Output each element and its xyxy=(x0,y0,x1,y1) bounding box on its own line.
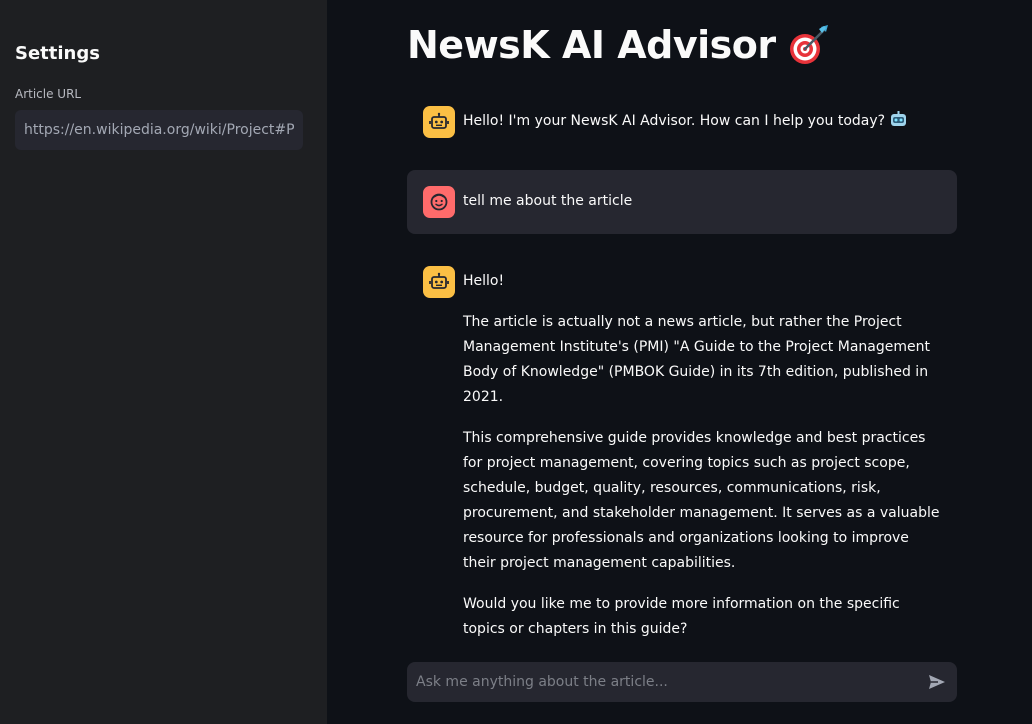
message-paragraph: Would you like me to provide more inform… xyxy=(463,596,900,637)
message-paragraph: The article is actually not a news artic… xyxy=(463,314,930,405)
sidebar: Settings Article URL xyxy=(0,0,327,724)
chat-message-assistant: Hello! I'm your NewsK AI Advisor. How ca… xyxy=(407,104,957,152)
chat-input-container xyxy=(407,662,957,702)
message-body: tell me about the article xyxy=(463,186,632,218)
message-text: tell me about the article xyxy=(463,193,633,209)
target-dart-icon xyxy=(786,22,832,68)
sidebar-title: Settings xyxy=(15,43,100,64)
chat-message-assistant: Hello! The article is actually not a new… xyxy=(407,250,957,637)
message-paragraph: This comprehensive guide provides knowle… xyxy=(463,430,940,571)
message-text: Hello! I'm your NewsK AI Advisor. How ca… xyxy=(463,113,886,129)
chat-input[interactable] xyxy=(407,662,907,702)
message-body: Hello! I'm your NewsK AI Advisor. How ca… xyxy=(463,106,908,136)
main-content: NewsK AI Advisor Hello! I'm your NewsK A… xyxy=(327,0,1032,724)
app-root: Settings Article URL NewsK AI Advisor xyxy=(0,0,1032,724)
send-arrow-icon xyxy=(929,675,945,689)
article-url-label: Article URL xyxy=(15,87,82,101)
smiling-face-icon xyxy=(423,186,455,218)
send-button[interactable] xyxy=(925,670,949,694)
robot-face-icon xyxy=(423,266,455,298)
article-url-input[interactable] xyxy=(15,110,303,150)
message-paragraph: Hello! xyxy=(463,273,505,289)
chat-message-user: tell me about the article xyxy=(407,170,957,234)
page-title: NewsK AI Advisor xyxy=(407,23,776,67)
robot-face-icon xyxy=(423,106,455,138)
robot-emoji-icon xyxy=(889,110,908,129)
page-title-row: NewsK AI Advisor xyxy=(407,22,832,68)
message-body: Hello! The article is actually not a new… xyxy=(463,266,941,637)
